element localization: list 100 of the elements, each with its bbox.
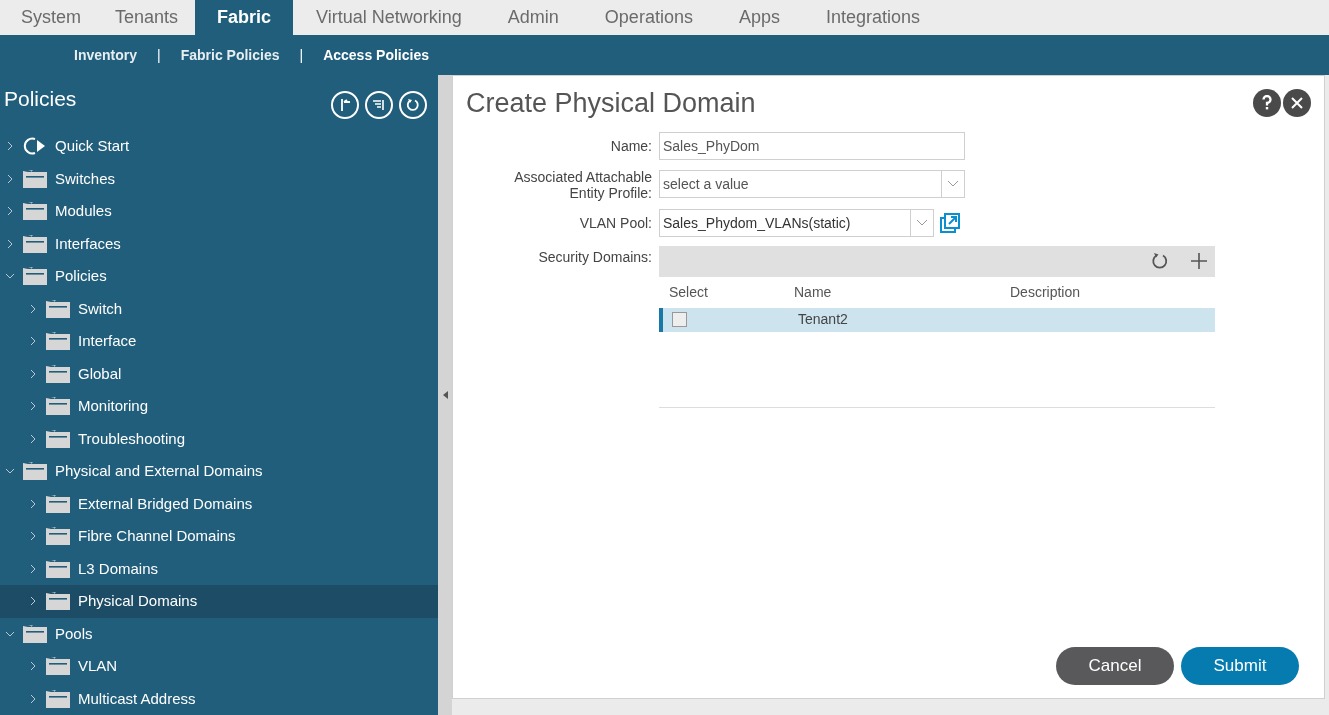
nav-tab[interactable]: Integrations [802, 0, 943, 35]
folder-icon [46, 429, 70, 448]
tree-item-label: Multicast Address [78, 688, 196, 709]
field-label: Associated Attachable Entity Profile: [513, 168, 652, 201]
nav-tab[interactable]: Apps [715, 0, 803, 35]
nav-tab[interactable]: Operations [581, 0, 716, 35]
profile-select[interactable]: select a value [659, 169, 942, 198]
tree-item[interactable]: Monitoring [0, 390, 438, 423]
refresh-icon[interactable] [399, 90, 427, 119]
tree-item-label: Physical Domains [78, 591, 198, 611]
tree-item[interactable]: Switch [0, 292, 438, 325]
collapse-handle-icon[interactable] [442, 391, 448, 399]
column-header: Name [794, 282, 833, 302]
tree-item-label: Global [78, 363, 122, 384]
chevron-right-icon[interactable] [28, 596, 38, 607]
column-header: Description [1010, 282, 1082, 302]
collapse-icon[interactable] [331, 90, 359, 119]
submit-button[interactable]: Submit [1181, 647, 1299, 685]
tree-item-label: Quick Start [55, 136, 130, 156]
nav-tab[interactable]: Admin [484, 0, 582, 35]
folder-icon [23, 202, 47, 221]
subnav-link[interactable]: Access Policies [323, 44, 429, 66]
checkbox[interactable] [672, 312, 687, 327]
plus-icon[interactable] [1191, 253, 1207, 269]
field-label: Name: [609, 136, 652, 156]
nav-tab[interactable]: Tenants [98, 0, 196, 35]
separator: | [299, 45, 304, 65]
tree-item[interactable]: Physical Domains [0, 585, 438, 618]
subnav-link[interactable]: Fabric Policies [180, 44, 280, 66]
chevron-right-icon[interactable] [5, 238, 15, 249]
chevron-right-icon[interactable] [28, 693, 38, 704]
nav-tab[interactable]: System [4, 0, 98, 35]
folder-icon [23, 462, 47, 481]
folder-icon [46, 527, 70, 546]
folder-icon [46, 299, 70, 318]
tree-item[interactable]: Interfaces [0, 227, 438, 260]
chevron-right-icon[interactable] [5, 173, 15, 184]
chevron-right-icon[interactable] [28, 336, 38, 347]
tree-item[interactable]: Interface [0, 325, 438, 358]
tree-item[interactable]: Pools [0, 617, 438, 650]
chevron-right-icon[interactable] [28, 303, 38, 314]
tree-item[interactable]: Policies [0, 260, 438, 293]
caret-icon [947, 180, 959, 187]
tree-item[interactable]: External Bridged Domains [0, 487, 438, 520]
help-icon[interactable] [1253, 89, 1281, 118]
tree-item[interactable]: L3 Domains [0, 552, 438, 585]
tree-item[interactable]: Switches [0, 162, 438, 195]
dropdown-toggle[interactable] [942, 169, 965, 198]
tree-item-label: Interfaces [55, 233, 121, 254]
tree-item-label: Modules [55, 201, 112, 221]
chevron-right-icon[interactable] [28, 531, 38, 542]
folder-icon [46, 592, 70, 611]
nav-tab[interactable]: Virtual Networking [293, 0, 485, 35]
tree-item-label: Fibre Channel Domains [78, 526, 236, 546]
caret-icon [916, 219, 928, 226]
folder-icon [46, 559, 70, 578]
tree-item-label: L3 Domains [78, 558, 159, 579]
dialog-title: Create Physical Domain [466, 87, 756, 120]
tree-item[interactable]: Physical and External Domains [0, 455, 438, 488]
column-header: Select [669, 282, 709, 302]
tree-item[interactable]: Quick Start [0, 130, 438, 163]
tree-item-label: VLAN [78, 656, 118, 676]
tree-item[interactable]: Global [0, 357, 438, 390]
folder-icon [46, 397, 70, 416]
tree-item[interactable]: VLAN [0, 650, 438, 683]
folder-icon [46, 689, 70, 708]
folder-icon [46, 657, 70, 676]
chevron-right-icon[interactable] [28, 498, 38, 509]
folder-icon [46, 494, 70, 513]
vlan-pool-select[interactable]: Sales_Phydom_VLANs(static) [659, 208, 934, 237]
field-label: VLAN Pool: [578, 213, 652, 233]
chevron-right-icon[interactable] [28, 368, 38, 379]
tree-item-label: Pools [55, 623, 93, 644]
table-row[interactable]: Tenant2 [659, 307, 1215, 332]
nav-tab[interactable]: Fabric [195, 0, 294, 35]
tree-item-label: Switch [78, 298, 123, 319]
external-link-icon[interactable] [940, 212, 960, 233]
chevron-right-icon[interactable] [28, 401, 38, 412]
subnav-link[interactable]: Inventory [74, 44, 137, 66]
chevron-right-icon[interactable] [28, 563, 38, 574]
close-icon[interactable] [1283, 89, 1311, 118]
tree-item[interactable]: Fibre Channel Domains [0, 520, 438, 553]
cancel-button[interactable]: Cancel [1056, 647, 1174, 685]
tree-item-label: Interface [78, 331, 137, 351]
folder-icon [46, 364, 70, 383]
chevron-right-icon[interactable] [28, 661, 38, 672]
tree-item[interactable]: Modules [0, 195, 438, 228]
tree-item-label: Switches [55, 168, 116, 189]
tree-item[interactable]: Multicast Address [0, 682, 438, 715]
tree-item[interactable]: Troubleshooting [0, 422, 438, 455]
chevron-right-icon[interactable] [5, 206, 15, 217]
refresh-icon[interactable] [1151, 252, 1169, 270]
list-icon[interactable] [365, 90, 393, 119]
tree-item-label: Physical and External Domains [55, 461, 263, 481]
chevron-right-icon[interactable] [28, 433, 38, 444]
folder-icon [46, 332, 70, 351]
chevron-right-icon[interactable] [5, 141, 15, 152]
folder-icon [23, 234, 47, 253]
name-input[interactable]: Sales_PhyDom [659, 131, 965, 160]
table-cell-text: Tenant2 [798, 310, 849, 329]
